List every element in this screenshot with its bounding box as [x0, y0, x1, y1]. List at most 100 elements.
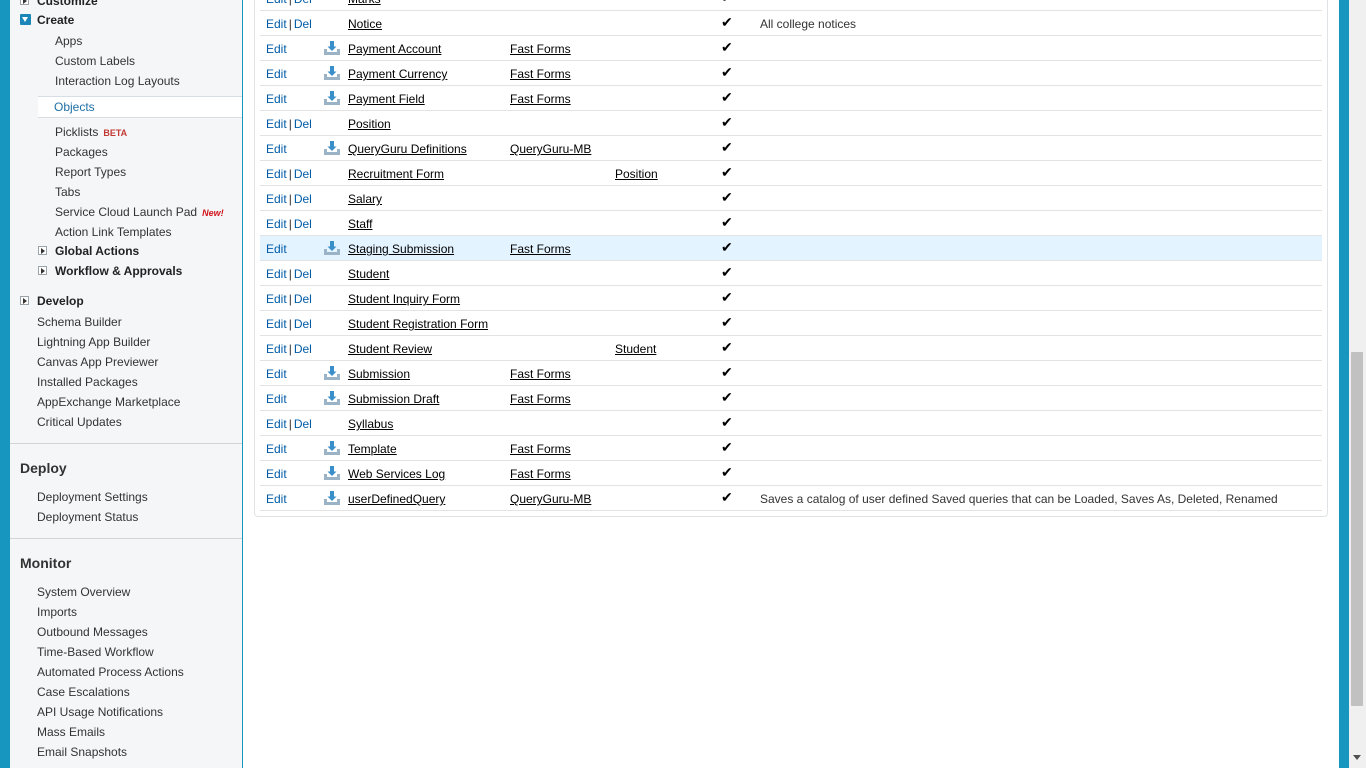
sidebar-item-custom-labels[interactable]: Custom Labels	[55, 53, 135, 69]
edit-link[interactable]: Edit	[266, 392, 287, 406]
object-label-link[interactable]: Submission Draft	[348, 392, 439, 406]
edit-link[interactable]: Edit	[266, 192, 287, 206]
edit-link[interactable]: Edit	[266, 292, 287, 306]
edit-link[interactable]: Edit	[266, 167, 287, 181]
edit-link[interactable]: Edit	[266, 217, 287, 231]
sidebar-item-canvas-app-previewer[interactable]: Canvas App Previewer	[37, 354, 158, 370]
master-object-link[interactable]: Position	[615, 167, 658, 181]
edit-link[interactable]: Edit	[266, 492, 287, 506]
delete-link[interactable]: Del	[294, 342, 312, 356]
sidebar-item-schema-builder[interactable]: Schema Builder	[37, 314, 122, 330]
sidebar-item-service-cloud-launch-pad[interactable]: Service Cloud Launch Pad New!	[55, 204, 224, 221]
object-label-link[interactable]: Position	[348, 117, 391, 131]
sidebar-item-case-escalations[interactable]: Case Escalations	[37, 684, 130, 700]
edit-link[interactable]: Edit	[266, 242, 287, 256]
sidebar-item-time-based-workflow[interactable]: Time-Based Workflow	[37, 644, 154, 660]
sidebar-item-deployment-status[interactable]: Deployment Status	[37, 509, 138, 525]
sidebar-workflow-approvals[interactable]: Workflow & Approvals	[55, 263, 182, 279]
scrollbar-thumb[interactable]	[1351, 352, 1363, 706]
delete-link[interactable]: Del	[294, 417, 312, 431]
sidebar-item-automated-process-actions[interactable]: Automated Process Actions	[37, 664, 184, 680]
sidebar-item-apps[interactable]: Apps	[55, 33, 82, 49]
sidebar-item-report-types[interactable]: Report Types	[55, 164, 126, 180]
sidebar-item-tabs[interactable]: Tabs	[55, 184, 80, 200]
sidebar-item-installed-packages[interactable]: Installed Packages	[37, 374, 138, 390]
object-label-link[interactable]: QueryGuru Definitions	[348, 142, 467, 156]
sidebar-item-objects[interactable]: Objects	[38, 96, 242, 118]
object-label-link[interactable]: Template	[348, 442, 397, 456]
object-label-link[interactable]: Payment Currency	[348, 67, 447, 81]
edit-link[interactable]: Edit	[266, 67, 287, 81]
sidebar-item-picklists[interactable]: Picklists BETA	[55, 124, 127, 141]
edit-link[interactable]: Edit	[266, 442, 287, 456]
sidebar-item-action-link-templates[interactable]: Action Link Templates	[55, 224, 172, 240]
sidebar-item-lightning-app-builder[interactable]: Lightning App Builder	[37, 334, 150, 350]
sidebar-item-appexchange-marketplace[interactable]: AppExchange Marketplace	[37, 394, 180, 410]
edit-link[interactable]: Edit	[266, 417, 287, 431]
edit-link[interactable]: Edit	[266, 17, 287, 31]
vertical-scrollbar[interactable]	[1349, 0, 1366, 768]
delete-link[interactable]: Del	[294, 217, 312, 231]
object-label-link[interactable]: Student Review	[348, 342, 432, 356]
edit-link[interactable]: Edit	[266, 42, 287, 56]
delete-link[interactable]: Del	[294, 117, 312, 131]
master-object-link[interactable]: Student	[615, 342, 656, 356]
installed-package-link[interactable]: Fast Forms	[510, 367, 571, 381]
edit-link[interactable]: Edit	[266, 317, 287, 331]
sidebar-item-outbound-messages[interactable]: Outbound Messages	[37, 624, 148, 640]
installed-package-link[interactable]: QueryGuru-MB	[510, 492, 591, 506]
delete-link[interactable]: Del	[294, 292, 312, 306]
installed-package-link[interactable]: QueryGuru-MB	[510, 142, 591, 156]
sidebar-item-email-snapshots[interactable]: Email Snapshots	[37, 744, 127, 760]
sidebar-item-critical-updates[interactable]: Critical Updates	[37, 414, 122, 430]
installed-package-link[interactable]: Fast Forms	[510, 242, 571, 256]
delete-link[interactable]: Del	[294, 17, 312, 31]
edit-link[interactable]: Edit	[266, 467, 287, 481]
object-label-link[interactable]: Notice	[348, 17, 382, 31]
collapse-create-icon[interactable]	[20, 14, 31, 25]
delete-link[interactable]: Del	[294, 167, 312, 181]
object-label-link[interactable]: Syllabus	[348, 417, 393, 431]
installed-package-link[interactable]: Fast Forms	[510, 442, 571, 456]
object-label-link[interactable]: Student Registration Form	[348, 317, 488, 331]
delete-link[interactable]: Del	[294, 0, 312, 6]
edit-link[interactable]: Edit	[266, 117, 287, 131]
sidebar-global-actions[interactable]: Global Actions	[55, 243, 139, 259]
installed-package-link[interactable]: Fast Forms	[510, 67, 571, 81]
sidebar-item-packages[interactable]: Packages	[55, 144, 108, 160]
object-label-link[interactable]: Student Inquiry Form	[348, 292, 460, 306]
object-label-link[interactable]: Submission	[348, 367, 410, 381]
sidebar-item-interaction-log-layouts[interactable]: Interaction Log Layouts	[55, 73, 180, 89]
sidebar-item-api-usage-notifications[interactable]: API Usage Notifications	[37, 704, 163, 720]
edit-link[interactable]: Edit	[266, 367, 287, 381]
expand-develop-icon[interactable]	[20, 296, 29, 305]
object-label-link[interactable]: Marks	[348, 0, 381, 6]
installed-package-link[interactable]: Fast Forms	[510, 92, 571, 106]
installed-package-link[interactable]: Fast Forms	[510, 467, 571, 481]
delete-link[interactable]: Del	[294, 317, 312, 331]
sidebar-develop[interactable]: Develop	[37, 293, 84, 309]
object-label-link[interactable]: Salary	[348, 192, 382, 206]
object-label-link[interactable]: Staff	[348, 217, 372, 231]
sidebar-item-deployment-settings[interactable]: Deployment Settings	[37, 489, 148, 505]
expand-workflow-icon[interactable]	[38, 266, 47, 275]
edit-link[interactable]: Edit	[266, 342, 287, 356]
object-label-link[interactable]: Staging Submission	[348, 242, 454, 256]
scroll-down-arrow-icon[interactable]	[1353, 755, 1361, 760]
expand-customize-icon[interactable]	[20, 0, 29, 5]
sidebar-customize[interactable]: Customize	[37, 0, 98, 9]
sidebar-item-imports[interactable]: Imports	[37, 604, 77, 620]
edit-link[interactable]: Edit	[266, 142, 287, 156]
object-label-link[interactable]: userDefinedQuery	[348, 492, 445, 506]
delete-link[interactable]: Del	[294, 192, 312, 206]
object-label-link[interactable]: Web Services Log	[348, 467, 445, 481]
edit-link[interactable]: Edit	[266, 92, 287, 106]
edit-link[interactable]: Edit	[266, 0, 287, 6]
object-label-link[interactable]: Payment Account	[348, 42, 441, 56]
sidebar-item-mass-emails[interactable]: Mass Emails	[37, 724, 105, 740]
sidebar-create[interactable]: Create	[37, 12, 74, 28]
object-label-link[interactable]: Recruitment Form	[348, 167, 444, 181]
expand-global-actions-icon[interactable]	[38, 246, 47, 255]
object-label-link[interactable]: Student	[348, 267, 389, 281]
delete-link[interactable]: Del	[294, 267, 312, 281]
